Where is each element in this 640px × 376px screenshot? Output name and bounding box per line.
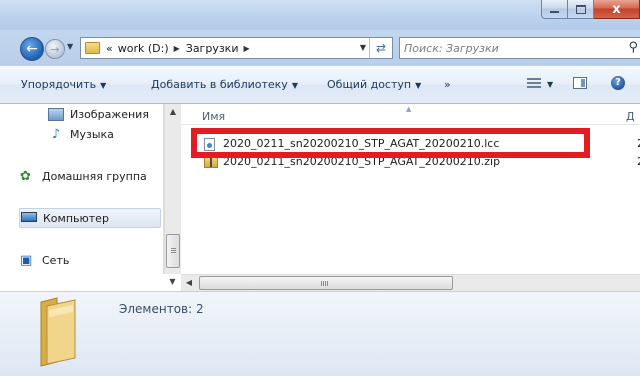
maximize-button[interactable] bbox=[568, 0, 594, 19]
music-icon: ♪ bbox=[51, 126, 61, 142]
file-name: 2020_0211_sn20200210_STP_AGAT_20200210.z… bbox=[223, 155, 501, 168]
file-list: ▲ Имя Д 2020_0211_sn20200210_STP_AGAT_20… bbox=[181, 104, 640, 274]
minimize-button[interactable] bbox=[541, 0, 568, 19]
add-to-library-label: Добавить в библиотеку bbox=[151, 78, 288, 91]
column-header-row: ▲ Имя Д bbox=[181, 104, 640, 125]
command-bar: Упорядочить ▼ Добавить в библиотеку ▼ Общи… bbox=[0, 66, 640, 104]
chevron-down-icon: ▼ bbox=[291, 81, 298, 90]
share-button[interactable]: Общий доступ ▼ bbox=[327, 78, 421, 91]
chevron-right-icon[interactable]: ▶ bbox=[243, 44, 249, 53]
lcc-file-icon bbox=[204, 138, 215, 151]
scroll-left-arrow[interactable]: ◀ bbox=[181, 275, 197, 291]
search-placeholder: Поиск: Загрузки bbox=[404, 41, 499, 55]
organize-label: Упорядочить bbox=[21, 78, 97, 91]
breadcrumb-downloads[interactable]: Загрузки bbox=[186, 42, 239, 55]
breadcrumb-overflow[interactable]: « bbox=[106, 42, 113, 55]
address-history-dropdown[interactable]: ▼ bbox=[360, 43, 366, 52]
nav-item-label: Изображения bbox=[70, 107, 149, 121]
nav-item-label: Компьютер bbox=[43, 211, 109, 225]
chevron-right-icon[interactable]: ▶ bbox=[174, 44, 180, 53]
zip-archive-icon bbox=[204, 157, 218, 168]
computer-icon bbox=[21, 212, 37, 222]
nav-item-homegroup[interactable]: ✿ Домашняя группа bbox=[20, 166, 147, 186]
arrow-right-icon: → bbox=[50, 42, 60, 56]
hscroll-thumb[interactable] bbox=[199, 276, 453, 290]
view-dropdown-button[interactable]: ▼ bbox=[547, 80, 553, 89]
hscroll-grip bbox=[321, 281, 329, 286]
search-input[interactable]: Поиск: Загрузки ⚲ bbox=[399, 37, 640, 59]
minimize-icon bbox=[550, 11, 559, 13]
address-bar[interactable]: « work (D:) ▶ Загрузки ▶ ▼ ⇄ bbox=[80, 37, 393, 59]
nav-item-music[interactable]: ♪ Музыка bbox=[48, 124, 114, 144]
maximize-icon bbox=[575, 4, 586, 14]
breadcrumb-drive[interactable]: work (D:) bbox=[118, 42, 169, 55]
help-icon[interactable]: ? bbox=[611, 76, 625, 90]
refresh-icon: ⇄ bbox=[375, 41, 387, 55]
homegroup-icon: ✿ bbox=[20, 168, 31, 184]
pictures-icon bbox=[48, 107, 64, 121]
scroll-down-arrow[interactable]: ▼ bbox=[164, 274, 181, 290]
close-icon: x bbox=[612, 1, 621, 17]
nav-item-label: Сеть bbox=[42, 253, 70, 267]
title-bar: x bbox=[0, 0, 640, 30]
network-icon: ▣ bbox=[20, 252, 33, 268]
add-to-library-button[interactable]: Добавить в библиотеку ▼ bbox=[151, 78, 298, 91]
nav-item-network[interactable]: ▣ Сеть bbox=[20, 250, 69, 270]
refresh-button[interactable]: ⇄ bbox=[369, 38, 392, 58]
close-button[interactable]: x bbox=[594, 0, 640, 19]
folder-icon bbox=[40, 297, 76, 367]
scroll-up-arrow[interactable]: ▲ bbox=[165, 104, 181, 120]
back-button[interactable]: ← bbox=[20, 37, 44, 61]
explorer-window: x ← → ▼ « work (D:) ▶ Загрузки ▶ ▼ ⇄ Пои… bbox=[0, 0, 640, 376]
file-row[interactable]: 2020_0211_sn20200210_STP_AGAT_20200210.l… bbox=[196, 134, 640, 154]
nav-item-computer[interactable]: Компьютер bbox=[19, 208, 161, 228]
preview-pane-icon[interactable] bbox=[573, 77, 587, 89]
chevron-down-icon: ▼ bbox=[415, 81, 422, 90]
recent-pages-dropdown[interactable]: ▼ bbox=[67, 42, 73, 51]
forward-button[interactable]: → bbox=[45, 39, 65, 59]
caption-buttons: x bbox=[541, 0, 640, 20]
file-row[interactable]: 2020_0211_sn20200210_STP_AGAT_20200210.z… bbox=[196, 152, 640, 172]
view-options-icon[interactable] bbox=[527, 78, 541, 89]
navigation-bar: ← → ▼ « work (D:) ▶ Загрузки ▶ ▼ ⇄ Поиск… bbox=[0, 30, 640, 66]
file-list-hscrollbar[interactable]: ◀ bbox=[181, 274, 640, 291]
share-label: Общий доступ bbox=[327, 78, 412, 91]
chevron-down-icon: ▼ bbox=[100, 81, 107, 90]
navigation-pane: Изображения ♪ Музыка ✿ Домашняя группа К… bbox=[0, 104, 164, 274]
scroll-thumb[interactable] bbox=[166, 234, 180, 268]
nav-item-label: Домашняя группа bbox=[42, 169, 147, 183]
column-header-date[interactable]: Д bbox=[626, 110, 635, 123]
search-icon[interactable]: ⚲ bbox=[628, 40, 638, 55]
folder-icon bbox=[85, 42, 100, 54]
more-commands-button[interactable]: » bbox=[444, 78, 451, 91]
nav-item-label: Музыка bbox=[70, 127, 114, 141]
sort-ascending-icon: ▲ bbox=[406, 105, 412, 113]
nav-item-pictures[interactable]: Изображения bbox=[48, 104, 149, 124]
file-name: 2020_0211_sn20200210_STP_AGAT_20200210.l… bbox=[223, 137, 500, 150]
arrow-left-icon: ← bbox=[26, 41, 38, 57]
item-count: Элементов: 2 bbox=[119, 302, 204, 316]
organize-button[interactable]: Упорядочить ▼ bbox=[21, 78, 106, 91]
column-header-name[interactable]: Имя bbox=[202, 110, 225, 123]
navigation-scrollbar[interactable]: ▲ bbox=[164, 104, 181, 274]
details-pane: Элементов: 2 bbox=[0, 291, 640, 376]
